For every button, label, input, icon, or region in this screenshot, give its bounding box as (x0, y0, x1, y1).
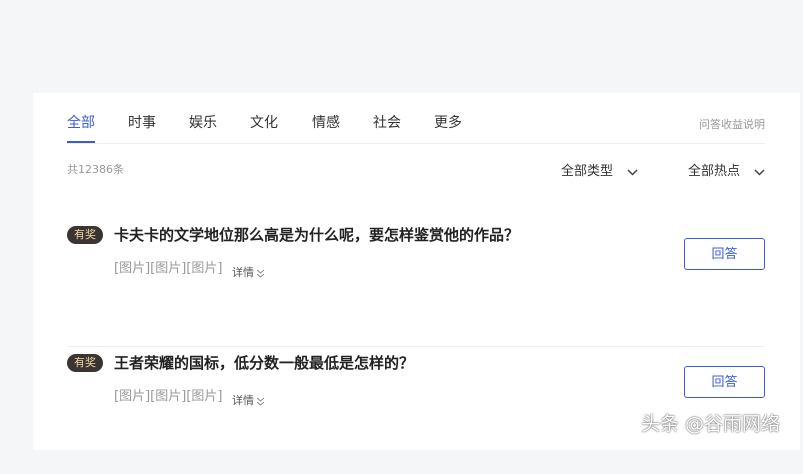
hot-filter-label: 全部热点 (688, 164, 741, 179)
reward-badge: 有奖 (67, 226, 103, 244)
chevron-down-icon (627, 168, 638, 176)
type-filter-dropdown[interactable]: 全部类型 (561, 163, 638, 181)
hot-filter-dropdown[interactable]: 全部热点 (688, 163, 765, 181)
double-chevron-down-icon (256, 397, 265, 406)
answer-button[interactable]: 回答 (684, 366, 765, 398)
tab-current-affairs[interactable]: 时事 (128, 113, 156, 133)
tab-entertainment[interactable]: 娱乐 (189, 113, 217, 133)
tab-all[interactable]: 全部 (67, 113, 95, 143)
chevron-down-icon (754, 168, 765, 176)
category-tabs: 全部 时事 娱乐 文化 情感 社会 更多 问答收益说明 (67, 113, 765, 144)
tab-society[interactable]: 社会 (373, 113, 401, 133)
reward-badge: 有奖 (67, 354, 103, 372)
question-detail-toggle[interactable]: 详情 (232, 393, 265, 409)
detail-label: 详情 (232, 394, 254, 407)
question-image-placeholders: [图片][图片][图片] (114, 389, 223, 404)
tab-more[interactable]: 更多 (434, 113, 462, 133)
type-filter-label: 全部类型 (561, 164, 614, 179)
question-detail-toggle[interactable]: 详情 (232, 265, 265, 281)
question-list-card: 全部 时事 娱乐 文化 情感 社会 更多 问答收益说明 共12386条 全部类型… (33, 93, 800, 450)
question-image-placeholders: [图片][图片][图片] (114, 261, 223, 276)
question-title[interactable]: 卡夫卡的文学地位那么高是为什么呢，要怎样鉴赏他的作品？ (114, 224, 519, 246)
tab-culture[interactable]: 文化 (250, 113, 278, 133)
answer-button[interactable]: 回答 (684, 238, 765, 270)
question-item: 有奖 卡夫卡的文学地位那么高是为什么呢，要怎样鉴赏他的作品？ [图片][图片][… (67, 226, 765, 347)
watermark: 头条 @谷雨网络 (641, 413, 781, 435)
question-count: 共12386条 (67, 163, 124, 176)
earnings-help-link[interactable]: 问答收益说明 (699, 117, 765, 133)
double-chevron-down-icon (256, 269, 265, 278)
tab-emotion[interactable]: 情感 (312, 113, 340, 133)
detail-label: 详情 (232, 266, 254, 279)
question-title[interactable]: 王者荣耀的国标，低分数一般最低是怎样的？ (114, 352, 414, 374)
